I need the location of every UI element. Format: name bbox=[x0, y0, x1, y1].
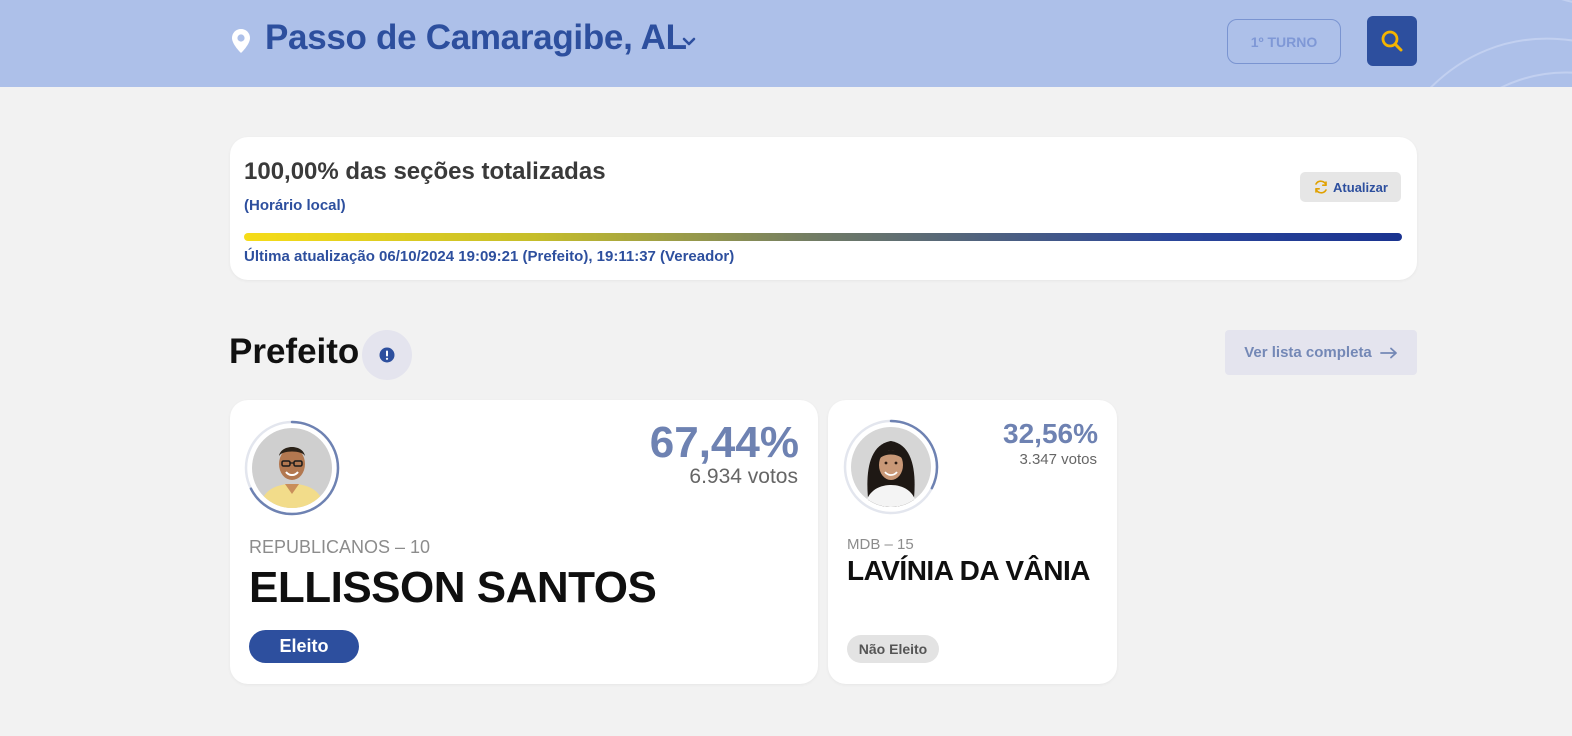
candidate-votes: 3.347 votos bbox=[1019, 451, 1097, 468]
refresh-icon bbox=[1315, 180, 1327, 194]
candidate-votes: 6.934 votos bbox=[689, 465, 798, 488]
candidate-name: ELLISSON SANTOS bbox=[249, 563, 657, 612]
status-badge: Eleito bbox=[249, 630, 359, 663]
refresh-button[interactable]: Atualizar bbox=[1300, 172, 1401, 202]
search-button[interactable] bbox=[1367, 16, 1417, 66]
candidate-party: REPUBLICANOS – 10 bbox=[249, 537, 431, 557]
location-pin-icon bbox=[232, 29, 250, 53]
candidate-photo bbox=[851, 427, 931, 507]
candidate-photo bbox=[252, 428, 332, 508]
refresh-label: Atualizar bbox=[1333, 179, 1388, 195]
local-time-note: (Horário local) bbox=[244, 197, 346, 214]
info-icon bbox=[379, 347, 395, 363]
totalization-title: 100,00% das seções totalizadas bbox=[244, 158, 606, 185]
section-title: Prefeito bbox=[229, 332, 360, 371]
candidate-avatar bbox=[843, 419, 939, 515]
totalization-status-card: 100,00% das seções totalizadas (Horário … bbox=[230, 137, 1417, 280]
search-icon bbox=[1381, 30, 1403, 52]
candidate-percent: 32,56% bbox=[1003, 418, 1098, 449]
chevron-down-icon[interactable] bbox=[680, 35, 698, 49]
status-badge: Não Eleito bbox=[847, 635, 939, 663]
last-update-text: Última atualização 06/10/2024 19:09:21 (… bbox=[244, 248, 735, 265]
candidate-party: MDB – 15 bbox=[847, 536, 914, 553]
info-button[interactable] bbox=[362, 330, 412, 380]
candidate-name: LAVÍNIA DA VÂNIA bbox=[847, 555, 1090, 586]
candidate-card[interactable]: 32,56% 3.347 votos MDB – 15 LAVÍNIA DA V… bbox=[828, 400, 1117, 684]
candidate-avatar bbox=[244, 420, 340, 516]
top-bar: Passo de Camaragibe, AL 1º TURNO bbox=[0, 0, 1572, 87]
city-title[interactable]: Passo de Camaragibe, AL bbox=[265, 18, 687, 58]
arrow-right-icon bbox=[1379, 347, 1397, 358]
full-list-label: Ver lista completa bbox=[1244, 344, 1372, 361]
totalization-progress-bar bbox=[244, 233, 1402, 241]
candidate-card[interactable]: 67,44% 6.934 votos REPUBLICANOS – 10 ELL… bbox=[230, 400, 818, 684]
turno-button[interactable]: 1º TURNO bbox=[1227, 19, 1341, 64]
candidate-percent: 67,44% bbox=[649, 418, 799, 467]
full-list-button[interactable]: Ver lista completa bbox=[1225, 330, 1417, 375]
